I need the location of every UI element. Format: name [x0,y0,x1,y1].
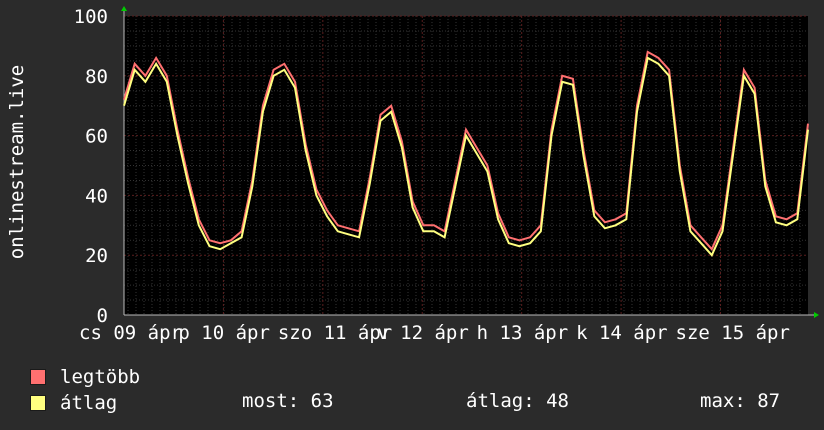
stat-now: most: 63 [242,390,334,412]
legend-swatch-avg [30,395,46,411]
legend-item-max: legtöbb [30,366,140,388]
legend-label-avg: átlag [60,392,118,414]
y-tick-label: 80 [85,66,108,88]
stat-max: max: 87 [700,390,781,412]
legend: legtöbb átlag most: 63 átlag: 48 max: 87 [0,358,824,428]
legend-label-max: legtöbb [60,366,141,388]
x-tick-label: szo 11 ápr [278,322,392,344]
y-tick-label: 60 [85,126,108,148]
y-axis-arrow [121,6,127,11]
legend-item-avg: átlag [30,392,117,414]
x-tick-label: cs 09 ápr [79,322,182,344]
stat-average: átlag: 48 [466,390,569,412]
x-tick-label: k 14 ápr [576,322,668,344]
x-tick-label: h 13 ápr [477,322,569,344]
x-axis-arrow [814,312,819,318]
x-tick-label: v 12 ápr [377,322,469,344]
y-axis-title: onlinestream.live [6,64,28,260]
y-tick-label: 20 [85,245,108,267]
y-tick-label: 100 [74,6,108,28]
x-tick-label: p 10 ápr [178,322,270,344]
chart: 020406080100cs 09 áprp 10 ápr szo 11 áprv… [74,6,819,344]
x-tick-label: sze 15 ápr [676,322,790,344]
legend-swatch-max [30,369,46,385]
y-tick-label: 40 [85,185,108,207]
